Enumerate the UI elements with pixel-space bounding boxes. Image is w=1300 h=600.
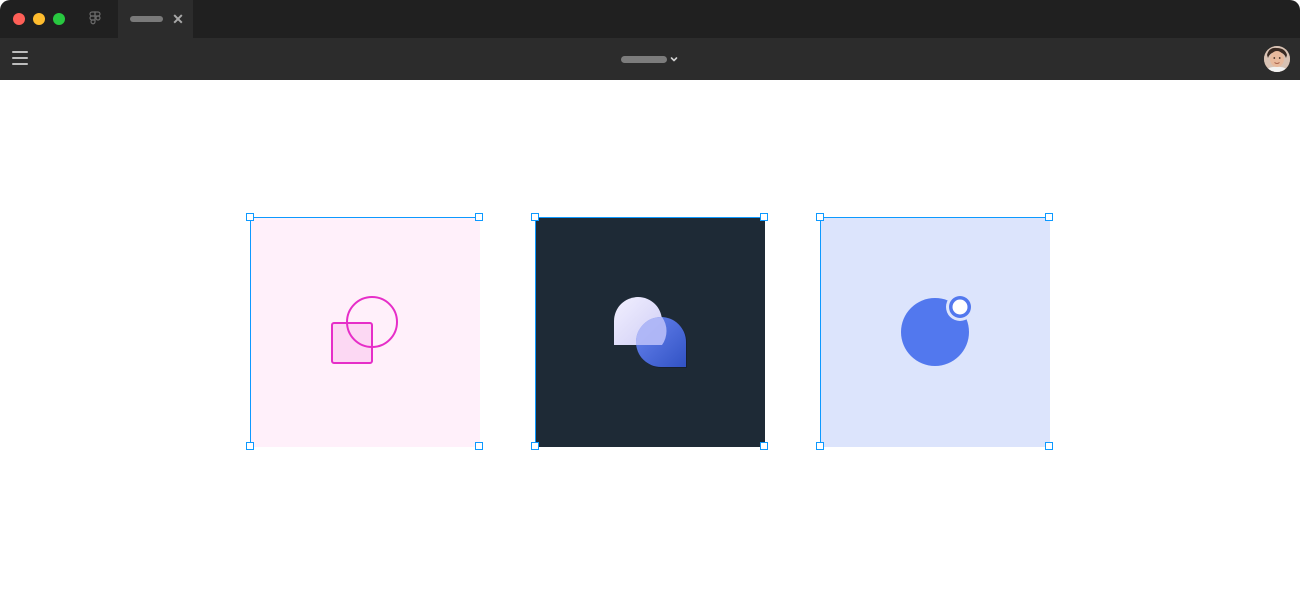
- user-avatar[interactable]: [1264, 46, 1290, 72]
- design-canvas[interactable]: [0, 80, 1300, 600]
- file-name[interactable]: [621, 56, 667, 63]
- resize-handle-top-left[interactable]: [531, 213, 539, 221]
- resize-handle-top-left[interactable]: [816, 213, 824, 221]
- resize-handle-bottom-left[interactable]: [816, 442, 824, 450]
- window-close-button[interactable]: [13, 13, 25, 25]
- window-maximize-button[interactable]: [53, 13, 65, 25]
- title-bar: ✕: [0, 0, 1300, 38]
- shapes-frame[interactable]: [246, 213, 483, 450]
- notification-frame[interactable]: [816, 213, 1053, 450]
- window-minimize-button[interactable]: [33, 13, 45, 25]
- figma-icon[interactable]: [88, 11, 102, 27]
- toolbar: [0, 38, 1300, 80]
- resize-handle-top-left[interactable]: [246, 213, 254, 221]
- resize-handle-top-right[interactable]: [475, 213, 483, 221]
- resize-handle-bottom-right[interactable]: [475, 442, 483, 450]
- resize-handle-bottom-right[interactable]: [760, 442, 768, 450]
- resize-handle-bottom-left[interactable]: [531, 442, 539, 450]
- tab-title: [130, 16, 163, 22]
- hamburger-menu-icon[interactable]: [12, 51, 28, 65]
- close-icon[interactable]: ✕: [171, 12, 185, 26]
- chevron-down-icon[interactable]: [668, 52, 680, 64]
- resize-handle-top-right[interactable]: [1045, 213, 1053, 221]
- app-window: ✕: [0, 0, 1300, 600]
- shapes-illustration: [251, 218, 480, 447]
- blobs-frame[interactable]: [531, 213, 768, 450]
- resize-handle-bottom-left[interactable]: [246, 442, 254, 450]
- resize-handle-bottom-right[interactable]: [1045, 442, 1053, 450]
- notification-illustration: [821, 218, 1050, 447]
- resize-handle-top-right[interactable]: [760, 213, 768, 221]
- blobs-illustration: [536, 218, 765, 447]
- tab-active-file[interactable]: ✕: [118, 0, 193, 38]
